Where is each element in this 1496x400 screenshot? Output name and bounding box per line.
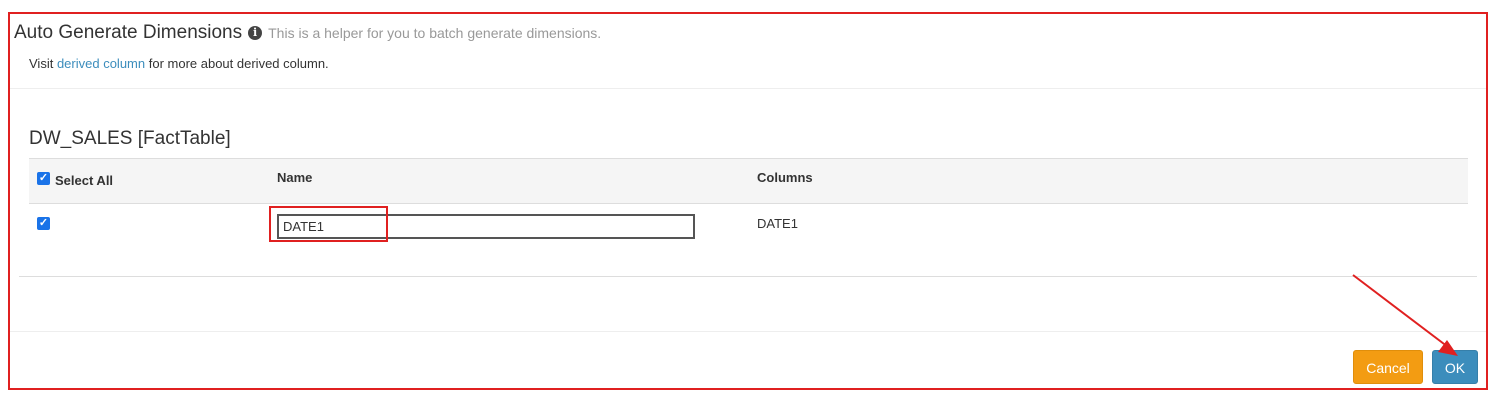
helper-text: This is a helper for you to batch genera… (268, 25, 602, 41)
table-header: ✓ Select All Name Columns (29, 158, 1468, 204)
derived-column-link[interactable]: derived column (57, 56, 145, 71)
table-row: ✓ DATE1 (29, 204, 1468, 268)
info-icon: i (248, 26, 263, 40)
cancel-button[interactable]: Cancel (1353, 350, 1423, 384)
divider (10, 88, 1486, 89)
select-all-label: Select All (55, 173, 114, 188)
table-title: DW_SALES [FactTable] (29, 128, 231, 149)
name-header: Name (277, 170, 313, 185)
visit-suffix: for more about derived column. (148, 56, 329, 71)
dimension-name-input[interactable] (277, 214, 695, 239)
divider (10, 331, 1486, 332)
columns-header: Columns (757, 170, 813, 185)
select-all-checkbox[interactable]: ✓ (37, 172, 50, 185)
ok-button[interactable]: OK (1432, 350, 1478, 384)
visit-prefix: Visit (29, 56, 54, 71)
dimensions-table: ✓ Select All Name Columns ✓ DATE1 (29, 158, 1468, 268)
column-cell: DATE1 (757, 216, 798, 231)
divider (19, 276, 1477, 277)
row-checkbox[interactable]: ✓ (37, 217, 50, 230)
modal-header: Auto Generate Dimensions i This is a hel… (14, 22, 601, 44)
modal-title: Auto Generate Dimensions (14, 22, 243, 43)
visit-note: Visit derived column for more about deri… (29, 56, 329, 71)
